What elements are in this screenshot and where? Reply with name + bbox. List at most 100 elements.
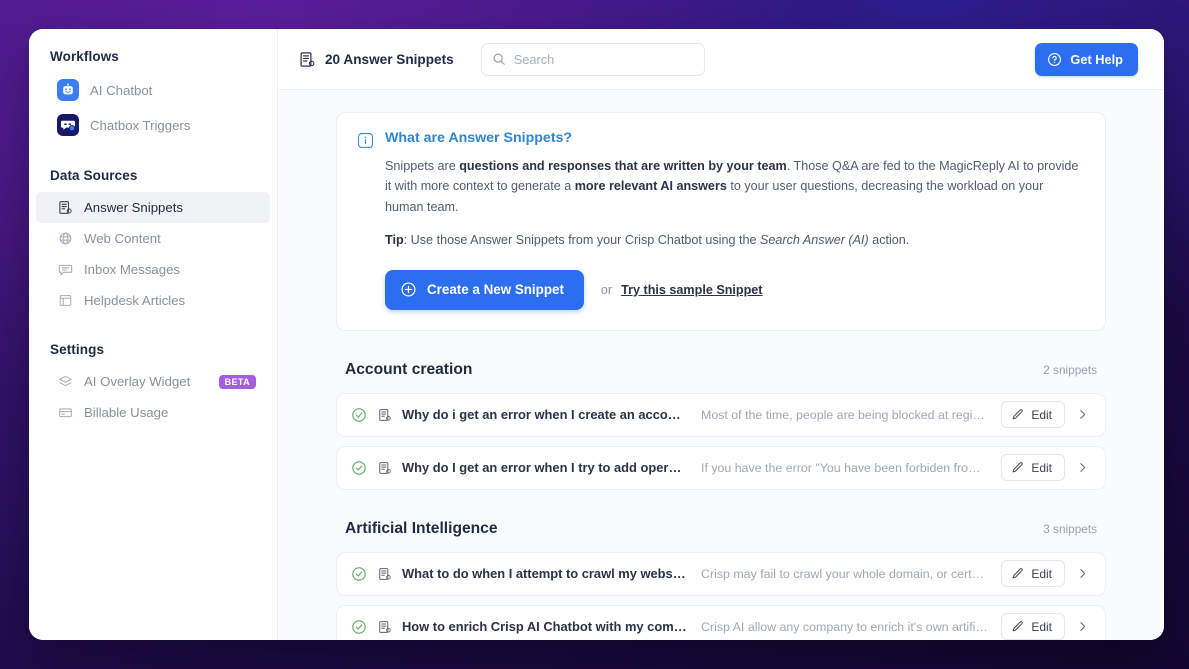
chevron-right-icon[interactable] bbox=[1076, 620, 1089, 633]
check-circle-icon bbox=[351, 407, 367, 423]
snippet-question: Why do i get an error when I create an a… bbox=[402, 407, 687, 423]
edit-button[interactable]: Edit bbox=[1001, 613, 1065, 640]
sidebar-item-inbox-messages[interactable]: Inbox Messages bbox=[36, 254, 270, 285]
snippet-doc-icon bbox=[299, 51, 316, 68]
edit-button[interactable]: Edit bbox=[1001, 560, 1065, 588]
tip-part-1: : Use those Answer Snippets from your Cr… bbox=[403, 233, 760, 248]
page-title: 20 Answer Snippets bbox=[325, 51, 454, 67]
table-row[interactable]: Why do i get an error when I create an a… bbox=[336, 392, 1106, 437]
chevron-right-icon[interactable] bbox=[1076, 461, 1089, 474]
sidebar-item-label: Answer Snippets bbox=[84, 200, 183, 215]
plus-circle-icon bbox=[400, 281, 417, 298]
group-header: Artificial Intelligence 3 snippets bbox=[336, 520, 1106, 538]
sidebar: Workflows AI Chatbot Chatbox Triggers Da… bbox=[29, 29, 278, 640]
info-banner: What are Answer Snippets? Snippets are q… bbox=[336, 112, 1106, 331]
table-row[interactable]: Why do I get an error when I try to add … bbox=[336, 445, 1106, 490]
pencil-icon bbox=[1011, 567, 1024, 580]
sidebar-section-title-settings: Settings bbox=[50, 342, 105, 357]
sidebar-group-data-sources: Data Sources Answer Snippets Web Content… bbox=[29, 168, 277, 316]
sidebar-item-label: AI Chatbot bbox=[90, 82, 153, 98]
edit-button[interactable]: Edit bbox=[1001, 401, 1065, 429]
paragraph-bold-1: questions and responses that are written… bbox=[459, 159, 787, 173]
edit-label: Edit bbox=[1031, 460, 1052, 475]
create-new-snippet-label: Create a New Snippet bbox=[427, 282, 564, 298]
info-banner-paragraph: Snippets are questions and responses tha… bbox=[385, 156, 1085, 217]
tip-label: Tip bbox=[385, 233, 404, 248]
snippet-answer-preview: If you have the error "You have been for… bbox=[701, 460, 990, 475]
edit-label: Edit bbox=[1031, 619, 1052, 634]
sidebar-section-title-data-sources: Data Sources bbox=[50, 168, 138, 183]
try-sample-snippet-link[interactable]: Try this sample Snippet bbox=[621, 283, 762, 297]
snippet-doc-icon bbox=[57, 200, 73, 216]
table-row[interactable]: What to do when I attempt to crawl my we… bbox=[336, 551, 1106, 596]
info-banner-body: What are Answer Snippets? Snippets are q… bbox=[385, 130, 1085, 310]
article-window-icon bbox=[57, 293, 73, 309]
sidebar-item-ai-overlay-widget[interactable]: AI Overlay Widget BETA bbox=[36, 366, 270, 397]
layers-icon bbox=[57, 374, 73, 390]
snippet-question: Why do I get an error when I try to add … bbox=[402, 460, 687, 476]
sidebar-item-web-content[interactable]: Web Content bbox=[36, 223, 270, 254]
snippet-doc-icon bbox=[378, 567, 392, 581]
info-icon bbox=[357, 132, 374, 310]
sidebar-item-label: Inbox Messages bbox=[84, 262, 181, 277]
edit-label: Edit bbox=[1031, 407, 1052, 422]
or-separator-label: or bbox=[600, 282, 613, 297]
group-title: Account creation bbox=[345, 360, 473, 378]
snippet-answer-preview: Crisp may fail to crawl your whole domai… bbox=[701, 566, 990, 581]
snippet-question: What to do when I attempt to crawl my we… bbox=[402, 566, 687, 582]
snippet-group-account-creation: Account creation 2 snippets Why do i get… bbox=[336, 361, 1106, 490]
info-banner-title: What are Answer Snippets? bbox=[385, 130, 573, 146]
chevron-right-icon[interactable] bbox=[1076, 408, 1089, 421]
create-new-snippet-button[interactable]: Create a New Snippet bbox=[385, 269, 584, 310]
chatbox-tile-icon bbox=[57, 114, 79, 136]
group-count: 3 snippets bbox=[1043, 521, 1097, 536]
search-box[interactable] bbox=[480, 42, 705, 76]
snippet-doc-icon bbox=[378, 408, 392, 422]
pencil-icon bbox=[1011, 620, 1024, 633]
group-count: 2 snippets bbox=[1043, 362, 1097, 377]
sidebar-item-chatbox-triggers[interactable]: Chatbox Triggers bbox=[36, 108, 270, 142]
banner-actions: Create a New Snippet or Try this sample … bbox=[385, 269, 1085, 310]
content-inner: What are Answer Snippets? Snippets are q… bbox=[336, 112, 1106, 640]
search-input[interactable] bbox=[513, 51, 694, 67]
sidebar-item-helpdesk-articles[interactable]: Helpdesk Articles bbox=[36, 285, 270, 316]
sidebar-item-answer-snippets[interactable]: Answer Snippets bbox=[36, 192, 270, 223]
paragraph-part-1: Snippets are bbox=[385, 159, 460, 173]
sidebar-section-title-workflows: Workflows bbox=[50, 49, 119, 64]
check-circle-icon bbox=[351, 566, 367, 582]
snippet-doc-icon bbox=[378, 461, 392, 475]
main-area: 20 Answer Snippets Search Get Help What … bbox=[278, 29, 1164, 640]
pencil-icon bbox=[1011, 408, 1024, 421]
app-window: Workflows AI Chatbot Chatbox Triggers Da… bbox=[29, 29, 1164, 640]
snippet-doc-icon bbox=[378, 620, 392, 634]
check-circle-icon bbox=[351, 619, 367, 635]
snippet-answer-preview: Crisp AI allow any company to enrich it'… bbox=[701, 619, 990, 634]
get-help-label: Get Help bbox=[1070, 51, 1123, 67]
sidebar-item-billable-usage[interactable]: Billable Usage bbox=[36, 397, 270, 428]
paragraph-bold-2: more relevant AI answers bbox=[574, 179, 727, 194]
pencil-icon bbox=[1011, 461, 1024, 474]
check-circle-icon bbox=[351, 460, 367, 476]
tip-italic: Search Answer (AI) bbox=[759, 233, 869, 248]
edit-button[interactable]: Edit bbox=[1001, 454, 1065, 482]
edit-label: Edit bbox=[1031, 566, 1052, 581]
table-row[interactable]: How to enrich Crisp AI Chatbot with my c… bbox=[336, 604, 1106, 640]
sidebar-item-label: Billable Usage bbox=[84, 405, 169, 420]
snippet-question: How to enrich Crisp AI Chatbot with my c… bbox=[402, 619, 687, 635]
page-title-wrap: 20 Answer Snippets bbox=[299, 51, 454, 68]
sidebar-item-label: Helpdesk Articles bbox=[84, 293, 186, 308]
tip-part-2: action. bbox=[868, 233, 910, 248]
sidebar-item-label: Web Content bbox=[84, 231, 161, 246]
info-banner-tip: Tip: Use those Answer Snippets from your… bbox=[385, 230, 1085, 250]
group-title: Artificial Intelligence bbox=[345, 519, 498, 537]
chevron-right-icon[interactable] bbox=[1076, 567, 1089, 580]
robot-tile-icon bbox=[57, 79, 79, 101]
content-scroll-area[interactable]: What are Answer Snippets? Snippets are q… bbox=[278, 90, 1164, 640]
sidebar-item-ai-chatbot[interactable]: AI Chatbot bbox=[36, 73, 270, 107]
sidebar-item-label: Chatbox Triggers bbox=[90, 117, 191, 133]
get-help-button[interactable]: Get Help bbox=[1035, 42, 1138, 76]
search-icon bbox=[492, 52, 506, 66]
sidebar-group-workflows: Workflows AI Chatbot Chatbox Triggers bbox=[29, 49, 277, 142]
sidebar-item-label: AI Overlay Widget bbox=[84, 374, 191, 389]
topbar: 20 Answer Snippets Search Get Help bbox=[278, 29, 1164, 90]
